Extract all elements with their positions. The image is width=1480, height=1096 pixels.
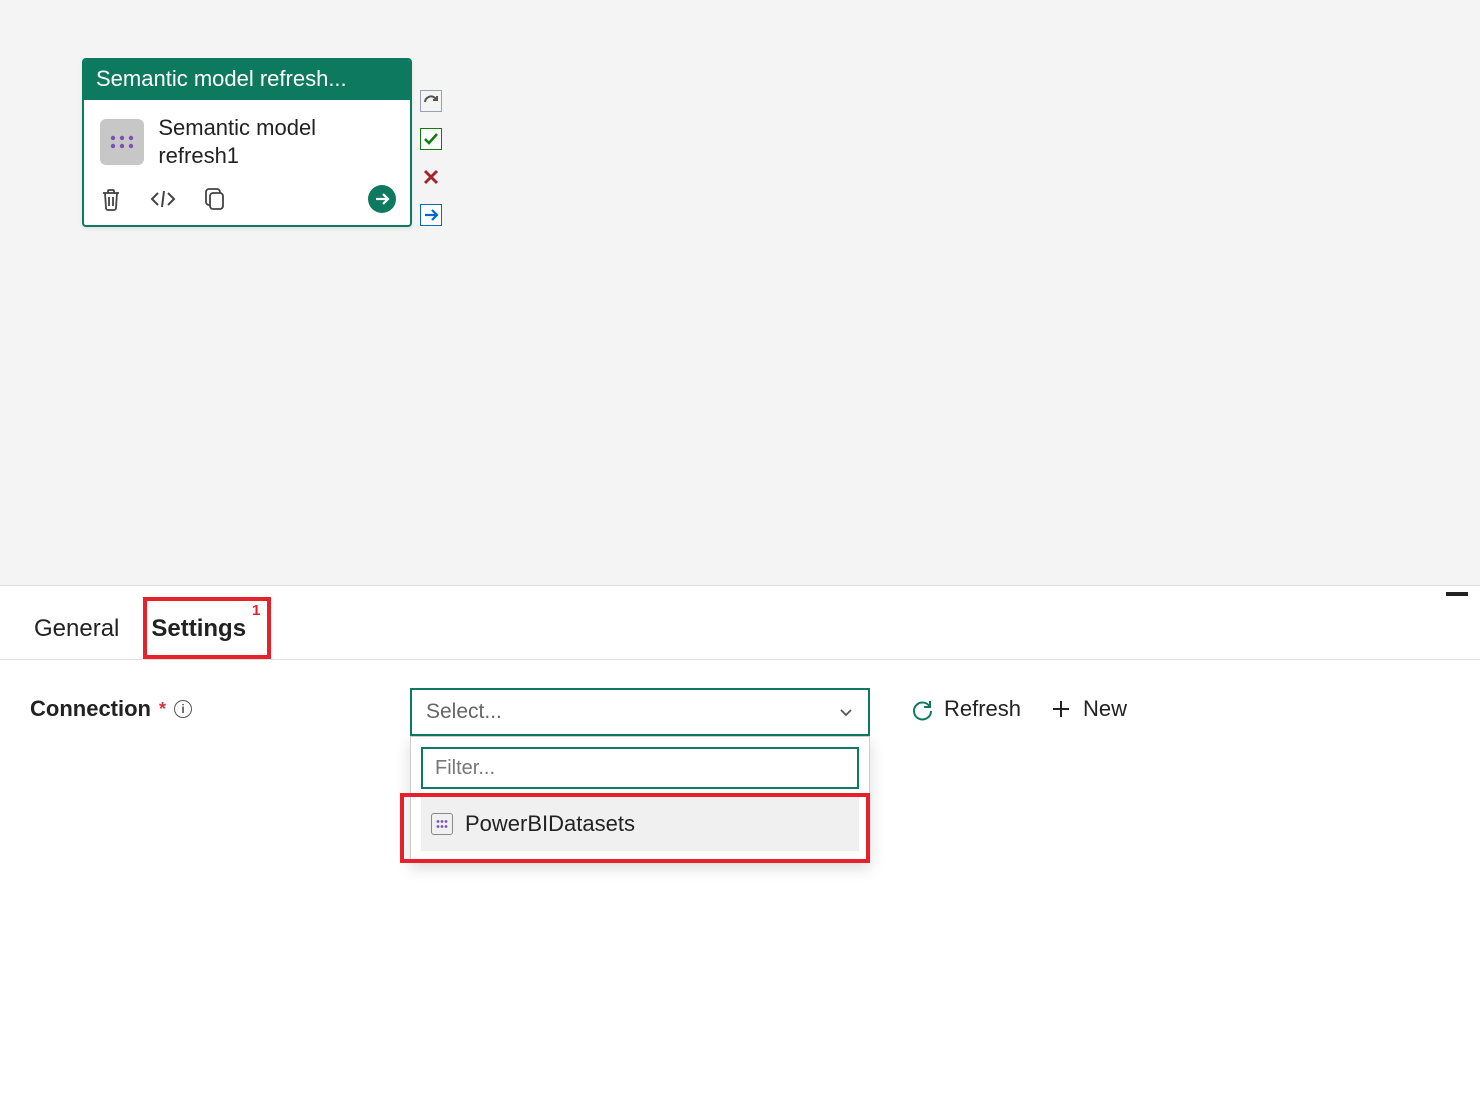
refresh-icon [910,697,934,721]
activity-label[interactable]: Semantic model refresh1 [158,114,394,169]
activity-card-body: Semantic model refresh1 [84,100,410,179]
connection-dropdown-placeholder: Select... [426,700,502,724]
activity-card-footer [84,179,410,225]
plus-icon [1049,697,1073,721]
refresh-button-label: Refresh [944,696,1021,722]
connection-option-label: PowerBIDatasets [465,811,635,837]
settings-tab-content: Connection * i Select... [0,660,1480,764]
panel-drag-handle[interactable] [1446,592,1468,596]
properties-tabbar: General Settings [0,586,1480,660]
connection-dropdown[interactable]: Select... [410,688,870,736]
connection-field-label: Connection * i [30,688,370,722]
refresh-button[interactable]: Refresh [910,696,1021,722]
dataset-small-icon [431,813,453,835]
tab-settings[interactable]: Settings [147,605,250,659]
dataset-icon [100,119,144,165]
skip-icon[interactable] [420,204,442,226]
connection-dropdown-wrap: Select... [410,688,870,736]
new-button-label: New [1083,696,1127,722]
connection-filter-input[interactable] [421,747,859,789]
properties-panel: General Settings Connection * i Select..… [0,585,1480,764]
failure-icon[interactable] [420,166,442,188]
connection-side-actions: Refresh New [910,688,1127,722]
new-button[interactable]: New [1049,696,1127,722]
tab-general[interactable]: General [30,605,123,659]
activity-card[interactable]: Semantic model refresh... Semantic model… [82,58,412,227]
connection-option-powerbidatasets[interactable]: PowerBIDatasets [421,797,859,851]
success-icon[interactable] [420,128,442,150]
pipeline-canvas[interactable]: Semantic model refresh... Semantic model… [0,0,1480,585]
run-activity-button[interactable] [368,185,396,213]
connection-label-text: Connection [30,696,151,722]
delete-icon[interactable] [98,186,124,212]
activity-status-column [420,90,442,226]
info-icon[interactable]: i [174,700,192,718]
connection-dropdown-panel: PowerBIDatasets [410,736,870,862]
redo-icon[interactable] [420,90,442,112]
copy-icon[interactable] [202,186,228,212]
chevron-down-icon [838,704,854,720]
code-icon[interactable] [150,186,176,212]
required-star-icon: * [159,699,166,720]
annotation-badge-1: 1 [252,602,260,619]
activity-card-header: Semantic model refresh... [84,60,410,100]
